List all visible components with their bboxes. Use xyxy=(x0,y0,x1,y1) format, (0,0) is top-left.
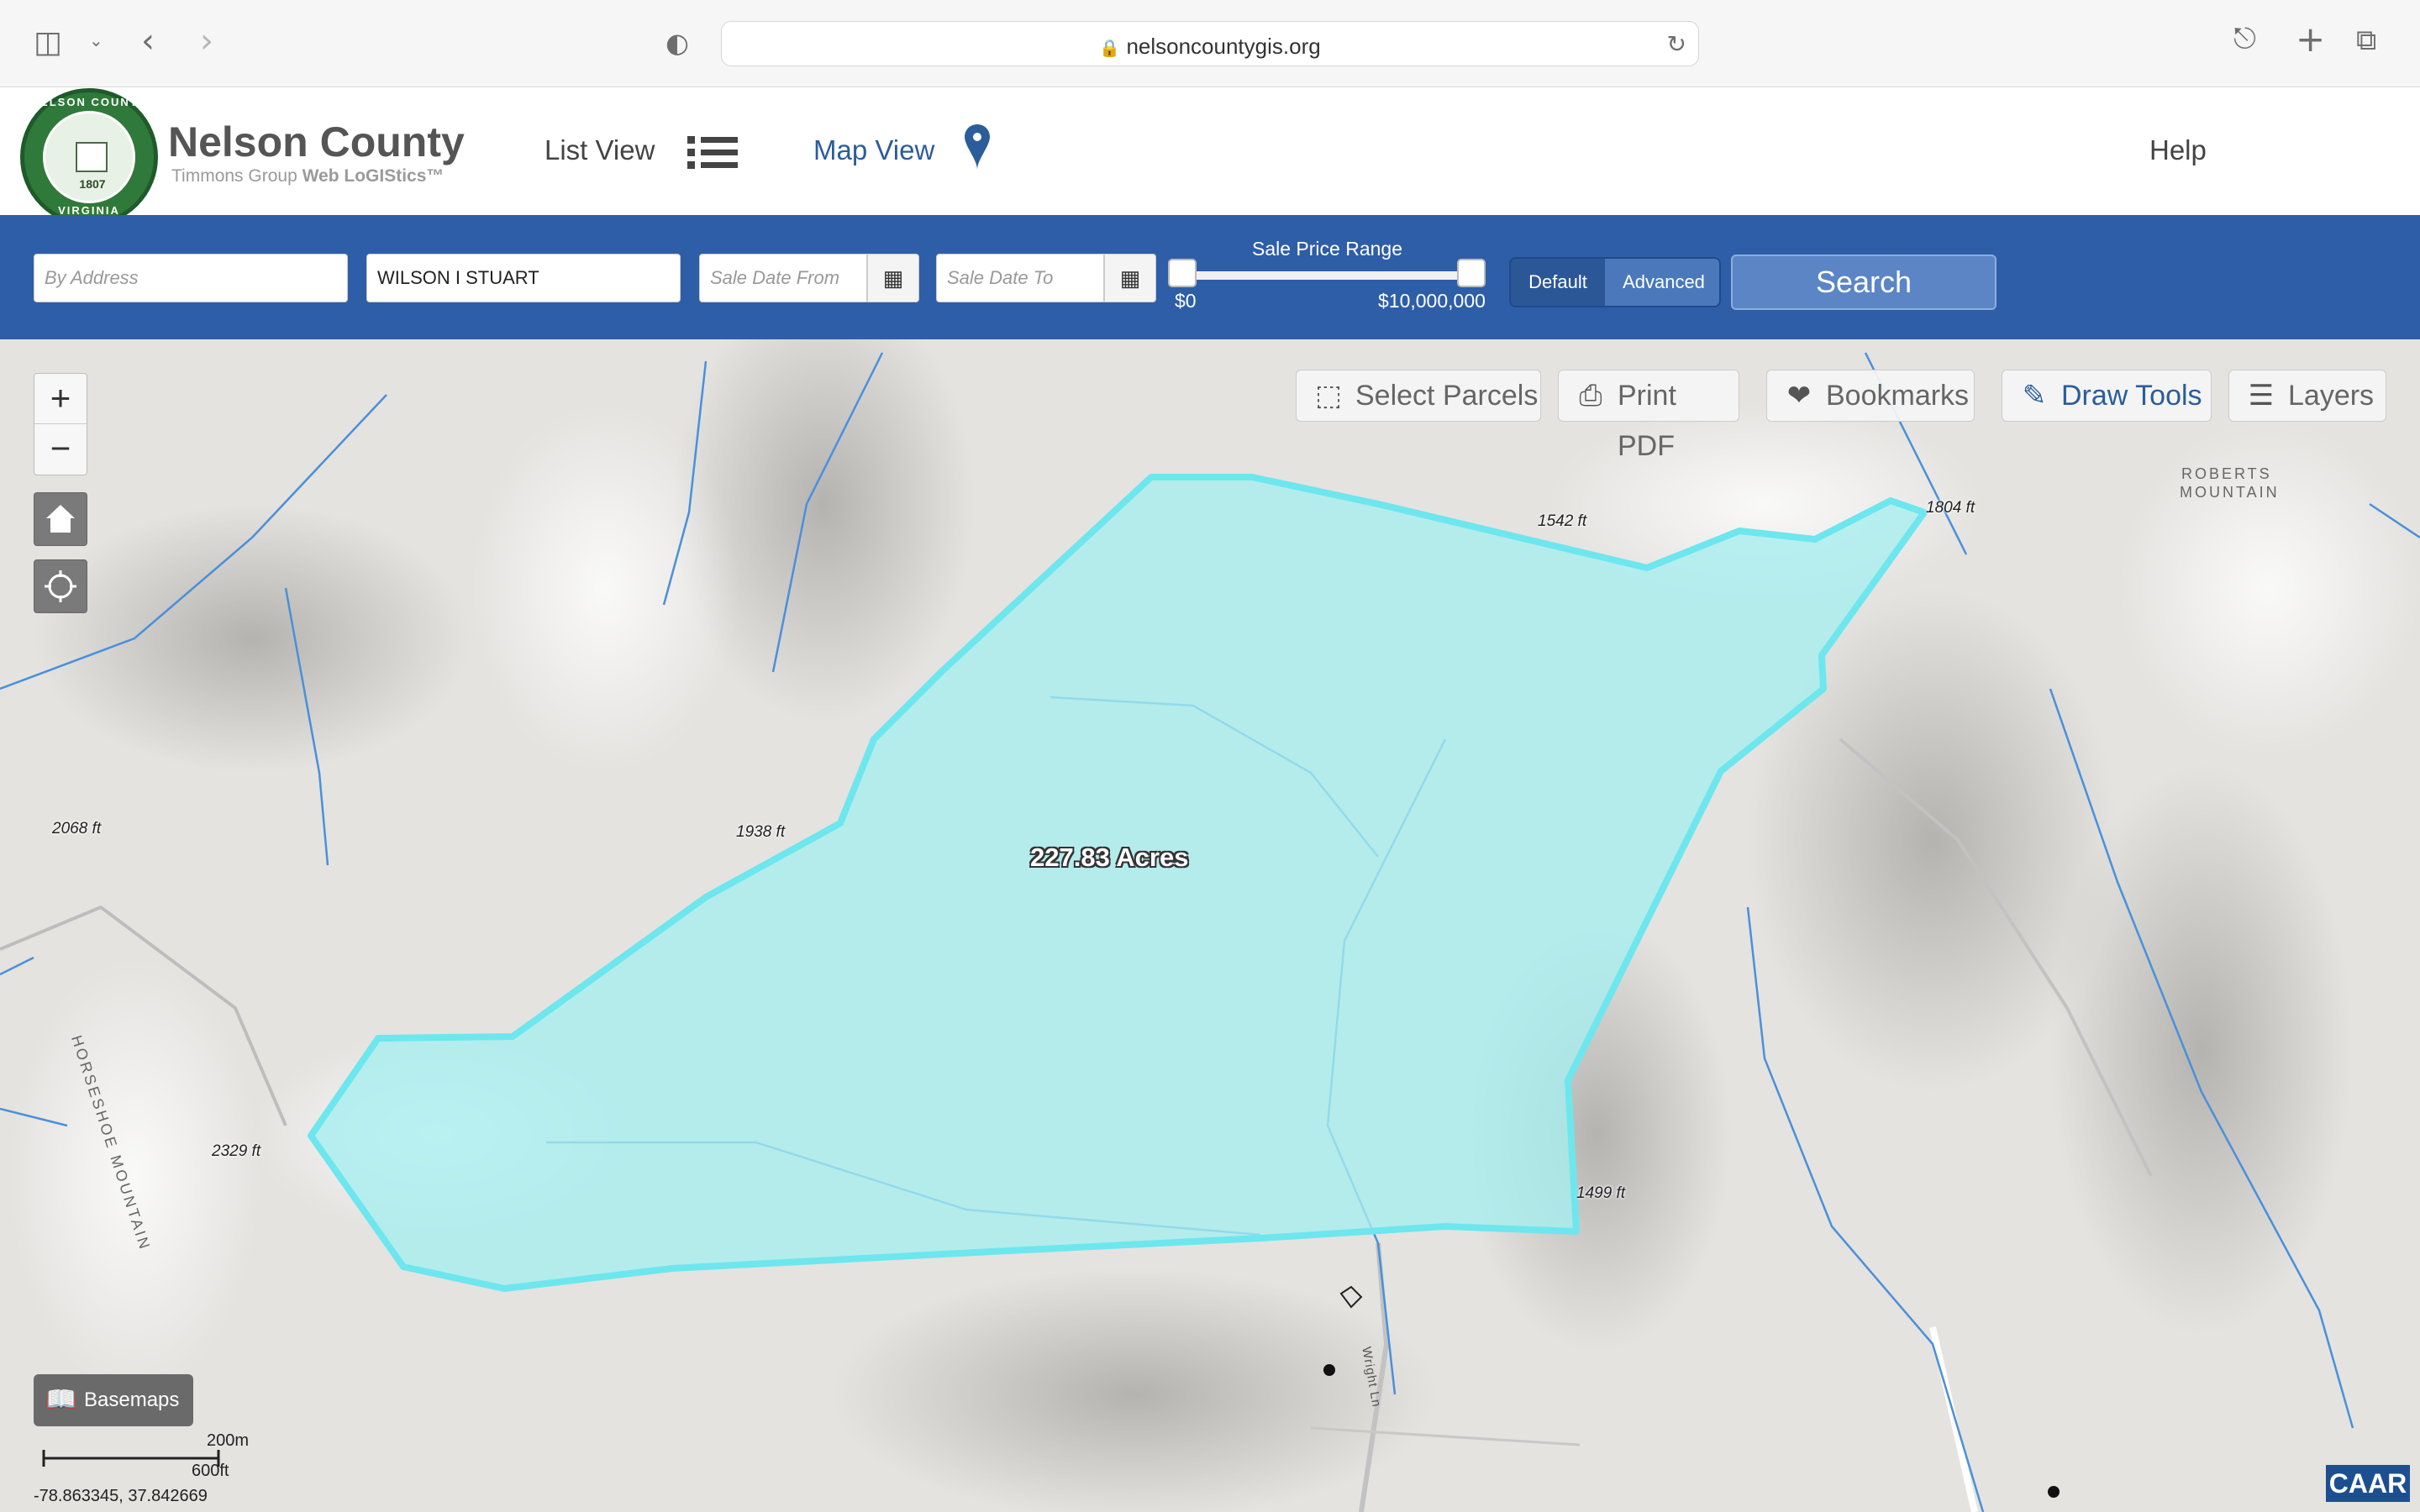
home-button[interactable] xyxy=(34,492,87,546)
select-parcels-button[interactable]: ⬚ Select Parcels xyxy=(1296,370,1541,422)
price-max-label: $10,000,000 xyxy=(1378,290,1486,312)
plus-icon: + xyxy=(50,378,71,417)
layers-button[interactable]: ☰ Layers xyxy=(2228,370,2386,422)
cursor-coordinates: -78.863345, 37.842669 xyxy=(34,1487,208,1505)
app-title[interactable]: Nelson County xyxy=(168,118,465,166)
basemaps-button[interactable]: 📖 Basemaps xyxy=(34,1374,193,1426)
map-book-icon: 📖 xyxy=(45,1385,77,1415)
list-view-link[interactable]: List View xyxy=(544,134,738,169)
layers-icon: ☰ xyxy=(2248,379,2275,412)
url-label: nelsoncountygis.org xyxy=(1126,34,1321,59)
forward-icon[interactable]: › xyxy=(200,22,213,60)
sale-date-to-input[interactable] xyxy=(936,254,1104,302)
zoom-out-button[interactable]: − xyxy=(34,424,87,475)
sale-price-range-label: Sale Price Range xyxy=(1252,238,1402,260)
home-icon xyxy=(46,505,75,533)
minus-icon: − xyxy=(50,428,71,468)
basemaps-label: Basemaps xyxy=(84,1389,180,1411)
select-parcels-icon: ⬚ xyxy=(1314,379,1343,412)
search-button[interactable]: Search xyxy=(1731,255,1996,310)
parcel-acreage-label: 227.83 Acres xyxy=(1030,843,1189,872)
mode-advanced-button[interactable]: Advanced xyxy=(1605,259,1719,306)
price-slider-track[interactable] xyxy=(1180,271,1472,280)
map-view-label: Map View xyxy=(813,134,935,165)
chevron-down-icon[interactable]: ⌄ xyxy=(89,30,103,50)
subtitle-product: Web LoGIStics™ xyxy=(302,166,445,186)
map-pin-icon xyxy=(965,124,990,170)
draw-tools-button[interactable]: ✎ Draw Tools xyxy=(2002,370,2212,422)
pencil-icon: ✎ xyxy=(2022,379,2047,412)
map-canvas[interactable]: 1542 ft 1804 ft 2068 ft 1938 ft 2329 ft … xyxy=(0,339,2420,1512)
list-icon xyxy=(687,136,738,169)
seal-building xyxy=(76,142,108,172)
sale-date-from-input[interactable] xyxy=(699,254,867,302)
elevation-label: 1542 ft xyxy=(1538,512,1587,530)
print-pdf-button[interactable]: ⎙ Print PDF xyxy=(1558,370,1739,462)
attribution-logo[interactable]: CAAR xyxy=(2326,1465,2410,1502)
new-tab-icon[interactable]: + xyxy=(2296,18,2325,60)
select-parcels-label: Select Parcels xyxy=(1355,380,1539,412)
terrain-highlight xyxy=(471,403,739,773)
seal-top-text: NELSON COUNTY xyxy=(30,96,148,108)
bookmarks-label: Bookmarks xyxy=(1826,380,1970,412)
address-input[interactable] xyxy=(34,254,348,302)
seal-year: 1807 xyxy=(79,177,106,191)
structure-marker xyxy=(1323,1364,1335,1376)
calendar-from-button[interactable]: ▦ xyxy=(867,254,919,302)
app-subtitle: Timmons Group Web LoGIStics™ xyxy=(171,166,444,186)
map-view-link[interactable]: Map View xyxy=(813,124,990,170)
locate-icon xyxy=(45,570,76,602)
browser-toolbar: ◫ ⌄ ‹ › ◐ 🔒 nelsoncountygis.org ↻ ⎋ + ⧉ xyxy=(0,0,2420,87)
heart-icon: ❤ xyxy=(1786,379,1812,412)
bookmarks-button[interactable]: ❤ Bookmarks xyxy=(1766,370,1975,422)
locate-button[interactable] xyxy=(34,559,87,613)
url-text: 🔒 nelsoncountygis.org xyxy=(722,34,1698,60)
share-icon[interactable]: ⎋ xyxy=(2233,22,2256,55)
terrain-shade xyxy=(832,1268,1437,1512)
county-seal-logo[interactable]: NELSON COUNTY 1807 VIRGINIA xyxy=(20,88,158,226)
privacy-shield-icon[interactable]: ◐ xyxy=(666,27,689,59)
terrain-shade xyxy=(2050,764,2353,1336)
list-view-label: List View xyxy=(544,134,655,165)
seal-inner: 1807 xyxy=(43,111,135,203)
price-min-label: $0 xyxy=(1175,290,1197,312)
reload-icon[interactable]: ↻ xyxy=(1667,30,1686,58)
lock-icon: 🔒 xyxy=(1099,39,1121,58)
mountain-label: ROBERTS xyxy=(2181,465,2272,482)
calendar-to-button[interactable]: ▦ xyxy=(1104,254,1156,302)
back-icon[interactable]: ‹ xyxy=(141,22,155,60)
help-link[interactable]: Help xyxy=(2149,134,2207,166)
layers-label: Layers xyxy=(2288,380,2375,412)
price-slider-max-handle[interactable] xyxy=(1457,259,1486,287)
mountain-label: MOUNTAIN xyxy=(2180,484,2280,501)
elevation-label: 2329 ft xyxy=(212,1142,261,1160)
draw-tools-label: Draw Tools xyxy=(2061,380,2202,412)
scale-imperial-label: 600ft xyxy=(192,1462,229,1480)
calendar-icon: ▦ xyxy=(882,265,904,291)
terrain-shade xyxy=(34,504,471,773)
structure-marker xyxy=(2048,1486,2060,1498)
print-pdf-label: Print PDF xyxy=(1618,380,1676,462)
printer-icon: ⎙ xyxy=(1579,379,1602,412)
map-terrain xyxy=(0,339,2420,1512)
subtitle-prefix: Timmons Group xyxy=(171,166,302,186)
mode-default-button[interactable]: Default xyxy=(1511,259,1605,306)
elevation-label: 2068 ft xyxy=(52,820,102,837)
calendar-icon: ▦ xyxy=(1119,265,1141,291)
address-bar[interactable]: 🔒 nelsoncountygis.org ↻ xyxy=(721,21,1699,66)
zoom-controls: + − xyxy=(34,373,87,475)
terrain-highlight xyxy=(8,958,260,1394)
tab-overview-icon[interactable]: ⧉ xyxy=(2356,24,2376,57)
price-slider-min-handle[interactable] xyxy=(1168,259,1197,287)
elevation-label: 1804 ft xyxy=(1926,499,1975,517)
search-mode-toggle: Default Advanced xyxy=(1509,257,1721,307)
elevation-label: 1499 ft xyxy=(1576,1184,1626,1202)
owner-name-input[interactable] xyxy=(366,254,681,302)
zoom-in-button[interactable]: + xyxy=(34,374,87,424)
elevation-label: 1938 ft xyxy=(736,823,786,841)
scale-metric-label: 200m xyxy=(207,1431,250,1450)
sidebar-toggle-icon[interactable]: ◫ xyxy=(34,25,62,60)
